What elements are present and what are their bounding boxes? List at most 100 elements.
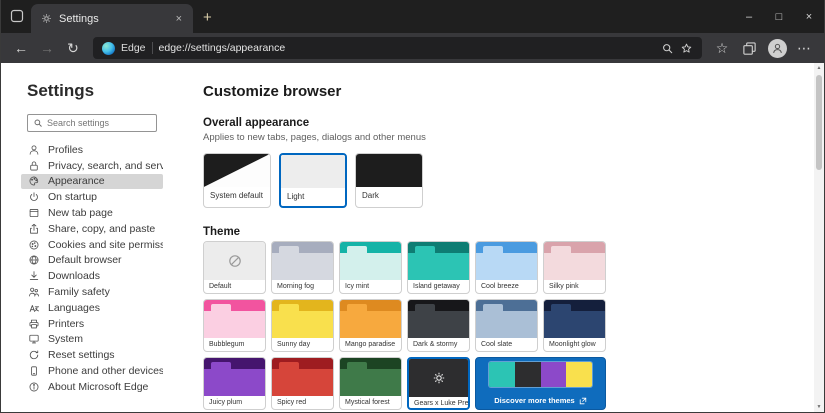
sidebar-item-languages[interactable]: Languages <box>21 300 163 316</box>
scroll-up-icon[interactable]: ▲ <box>814 63 824 73</box>
sidebar-item-label: Privacy, search, and services <box>48 160 163 172</box>
new-tab-button[interactable]: + <box>203 7 212 29</box>
settings-nav: Profiles Privacy, search, and services App… <box>21 142 177 395</box>
sidebar-item-share-copy-and-paste[interactable]: Share, copy, and paste <box>21 221 163 237</box>
favorites-icon[interactable]: ☆ <box>710 36 734 60</box>
theme-swatch <box>409 359 468 397</box>
search-icon <box>33 118 43 128</box>
monitor-icon <box>28 333 40 345</box>
theme-swatch <box>544 242 605 280</box>
add-favorite-icon[interactable] <box>680 42 693 55</box>
theme-option-mystical-forest[interactable]: Mystical forest <box>339 357 402 410</box>
title-bar: Settings × + – □ × <box>1 0 824 33</box>
browser-tab[interactable]: Settings × <box>31 4 193 33</box>
gears-emblem-icon <box>431 370 447 386</box>
sidebar-item-appearance[interactable]: Appearance <box>21 174 163 190</box>
address-bar[interactable]: Edge edge://settings/appearance <box>93 37 702 59</box>
theme-option-morning-fog[interactable]: Morning fog <box>271 241 334 294</box>
no-theme-icon <box>227 253 243 269</box>
theme-swatch <box>204 358 265 396</box>
theme-option-label: Spicy red <box>272 396 333 409</box>
theme-mini-tab <box>347 362 367 370</box>
site-chip-label: Edge <box>121 42 146 54</box>
sidebar-item-system[interactable]: System <box>21 332 163 348</box>
theme-option-label: Mango paradise <box>340 338 401 351</box>
maximize-button[interactable]: □ <box>764 0 794 33</box>
sidebar-item-cookies-and-site-permissions[interactable]: Cookies and site permissions <box>21 237 163 253</box>
appearance-option-light[interactable]: Light <box>279 153 347 208</box>
search-settings-box[interactable] <box>27 114 157 132</box>
theme-mini-tab <box>483 304 503 312</box>
theme-option-bubblegum[interactable]: Bubblegum <box>203 299 266 352</box>
more-menu-icon[interactable]: ⋯ <box>792 36 816 60</box>
theme-swatch <box>340 242 401 280</box>
theme-option-moonlight-glow[interactable]: Moonlight glow <box>543 299 606 352</box>
sidebar-item-label: Cookies and site permissions <box>48 239 163 251</box>
browser-toolbar: ← → ↻ Edge edge://settings/appearance ☆ … <box>1 33 824 63</box>
search-icon[interactable] <box>661 42 674 55</box>
settings-gear-favicon <box>40 12 53 25</box>
vertical-scrollbar[interactable]: ▲ ▼ <box>814 63 824 412</box>
sidebar-item-downloads[interactable]: Downloads <box>21 268 163 284</box>
scrollbar-thumb[interactable] <box>816 75 822 170</box>
theme-option-label: Icy mint <box>340 280 401 293</box>
scroll-down-icon[interactable]: ▼ <box>814 402 824 412</box>
phone-icon <box>28 365 40 377</box>
info-icon <box>28 381 40 393</box>
sidebar-item-default-browser[interactable]: Default browser <box>21 253 163 269</box>
banner-label: Discover more themes <box>494 396 574 405</box>
settings-page: Settings ProfilesPrivacy, search, and se… <box>1 63 824 412</box>
theme-option-silky-pink[interactable]: Silky pink <box>543 241 606 294</box>
theme-option-dark-stormy[interactable]: Dark & stormy <box>407 299 470 352</box>
sidebar-item-label: On startup <box>48 191 97 203</box>
theme-mini-tab <box>415 304 435 312</box>
collections-icon[interactable] <box>742 41 757 56</box>
discover-more-themes-banner[interactable]: Discover more themes <box>475 357 606 410</box>
appearance-option-system-default[interactable]: System default <box>203 153 271 208</box>
sidebar-item-privacy-search-and-services[interactable]: Privacy, search, and services <box>21 158 163 174</box>
theme-option-mango-paradise[interactable]: Mango paradise <box>339 299 402 352</box>
sidebar-item-profiles[interactable]: Profiles <box>21 142 163 158</box>
sidebar-item-printers[interactable]: Printers <box>21 316 163 332</box>
sidebar-item-about-microsoft-edge[interactable]: About Microsoft Edge <box>21 379 163 395</box>
theme-mini-tab <box>347 246 367 254</box>
theme-swatch <box>340 358 401 396</box>
tab-activity-icon[interactable] <box>9 8 25 24</box>
external-link-icon <box>579 397 587 405</box>
overall-appearance-description: Applies to new tabs, pages, dialogs and … <box>203 132 824 143</box>
tab-close-icon[interactable]: × <box>174 13 184 25</box>
url-text: edge://settings/appearance <box>159 42 286 54</box>
close-button[interactable]: × <box>794 0 824 33</box>
lock-icon <box>28 160 40 172</box>
sidebar-item-reset-settings[interactable]: Reset settings <box>21 347 163 363</box>
person-icon <box>771 42 784 55</box>
sidebar-item-phone-and-other-devices[interactable]: Phone and other devices <box>21 363 163 379</box>
appearance-icon <box>28 175 40 187</box>
back-button[interactable]: ← <box>9 36 33 60</box>
theme-option-cool-slate[interactable]: Cool slate <box>475 299 538 352</box>
theme-option-icy-mint[interactable]: Icy mint <box>339 241 402 294</box>
theme-option-spicy-red[interactable]: Spicy red <box>271 357 334 410</box>
sidebar-item-family-safety[interactable]: Family safety <box>21 284 163 300</box>
theme-swatch <box>272 358 333 396</box>
forward-button[interactable]: → <box>35 36 59 60</box>
appearance-option-dark[interactable]: Dark <box>355 153 423 208</box>
theme-option-cool-breeze[interactable]: Cool breeze <box>475 241 538 294</box>
theme-option-default[interactable]: Default <box>203 241 266 294</box>
sidebar-item-on-startup[interactable]: On startup <box>21 189 163 205</box>
chip-divider <box>152 42 153 54</box>
profile-avatar[interactable] <box>768 39 787 58</box>
appearance-option-label: Light <box>281 188 345 206</box>
overall-appearance-label: Overall appearance <box>203 117 824 129</box>
theme-option-juicy-plum[interactable]: Juicy plum <box>203 357 266 410</box>
theme-mini-tab <box>279 304 299 312</box>
theme-option-island-getaway[interactable]: Island getaway <box>407 241 470 294</box>
page-title: Customize browser <box>203 83 824 100</box>
theme-option-sunny-day[interactable]: Sunny day <box>271 299 334 352</box>
minimize-button[interactable]: – <box>734 0 764 33</box>
refresh-button[interactable]: ↻ <box>61 36 85 60</box>
window-controls: – □ × <box>734 0 824 33</box>
search-settings-input[interactable] <box>47 118 151 128</box>
sidebar-item-new-tab-page[interactable]: New tab page <box>21 205 163 221</box>
theme-option-gears-x-luke-preece[interactable]: Gears x Luke Preece <box>407 357 470 410</box>
